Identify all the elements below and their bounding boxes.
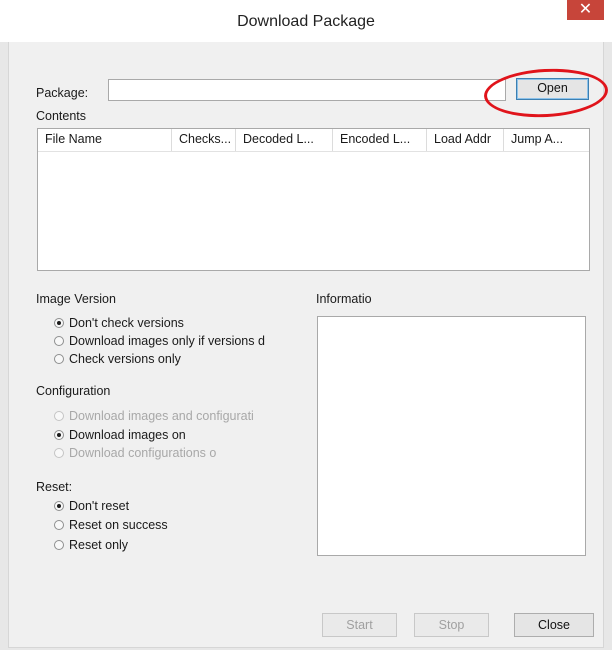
radio-label: Reset only bbox=[69, 538, 129, 552]
radio-label: Download images and configurati bbox=[69, 409, 254, 423]
radio-label: Don't check versions bbox=[69, 316, 184, 330]
column-header-checksum[interactable]: Checks... bbox=[172, 129, 236, 151]
download-package-window: Download Package ✕ Package: Open Content… bbox=[0, 0, 612, 650]
radio-label: Check versions only bbox=[69, 352, 181, 366]
column-header-encoded-length[interactable]: Encoded L... bbox=[333, 129, 427, 151]
start-button[interactable]: Start bbox=[322, 613, 397, 637]
close-button[interactable]: Close bbox=[514, 613, 594, 637]
radio-label: Download images on bbox=[69, 428, 186, 442]
radio-button-selected[interactable] bbox=[54, 501, 64, 511]
radio-button[interactable] bbox=[54, 520, 64, 530]
radio-button[interactable] bbox=[54, 354, 64, 364]
radio-button[interactable] bbox=[54, 336, 64, 346]
information-textbox[interactable] bbox=[317, 316, 586, 556]
radio-button-selected[interactable] bbox=[54, 430, 64, 440]
radio-label: Reset on success bbox=[69, 518, 168, 532]
close-window-icon[interactable]: ✕ bbox=[567, 0, 604, 20]
radio-label: Download configurations o bbox=[69, 446, 217, 460]
window-title: Download Package bbox=[237, 13, 375, 30]
radio-button-disabled bbox=[54, 448, 64, 458]
radio-button[interactable] bbox=[54, 540, 64, 550]
stop-button[interactable]: Stop bbox=[414, 613, 489, 637]
column-header-jump-addr[interactable]: Jump A... bbox=[504, 129, 589, 151]
configuration-label: Configuration bbox=[36, 384, 111, 398]
contents-list[interactable]: File Name Checks... Decoded L... Encoded… bbox=[37, 128, 590, 271]
information-label: Informatio bbox=[316, 292, 372, 306]
radio-label: Download images only if versions d bbox=[69, 334, 265, 348]
radio-label: Don't reset bbox=[69, 499, 130, 513]
package-path-input[interactable] bbox=[108, 79, 506, 101]
title-bar: Download Package ✕ bbox=[0, 0, 612, 42]
column-header-load-addr[interactable]: Load Addr bbox=[427, 129, 504, 151]
contents-list-header: File Name Checks... Decoded L... Encoded… bbox=[38, 129, 589, 152]
column-header-file-name[interactable]: File Name bbox=[38, 129, 172, 151]
image-version-label: Image Version bbox=[36, 292, 116, 306]
contents-label: Contents bbox=[36, 109, 87, 123]
column-header-decoded-length[interactable]: Decoded L... bbox=[236, 129, 333, 151]
package-label: Package: bbox=[36, 86, 89, 100]
radio-button-disabled bbox=[54, 411, 64, 421]
radio-button-selected[interactable] bbox=[54, 318, 64, 328]
reset-label: Reset: bbox=[36, 480, 73, 494]
